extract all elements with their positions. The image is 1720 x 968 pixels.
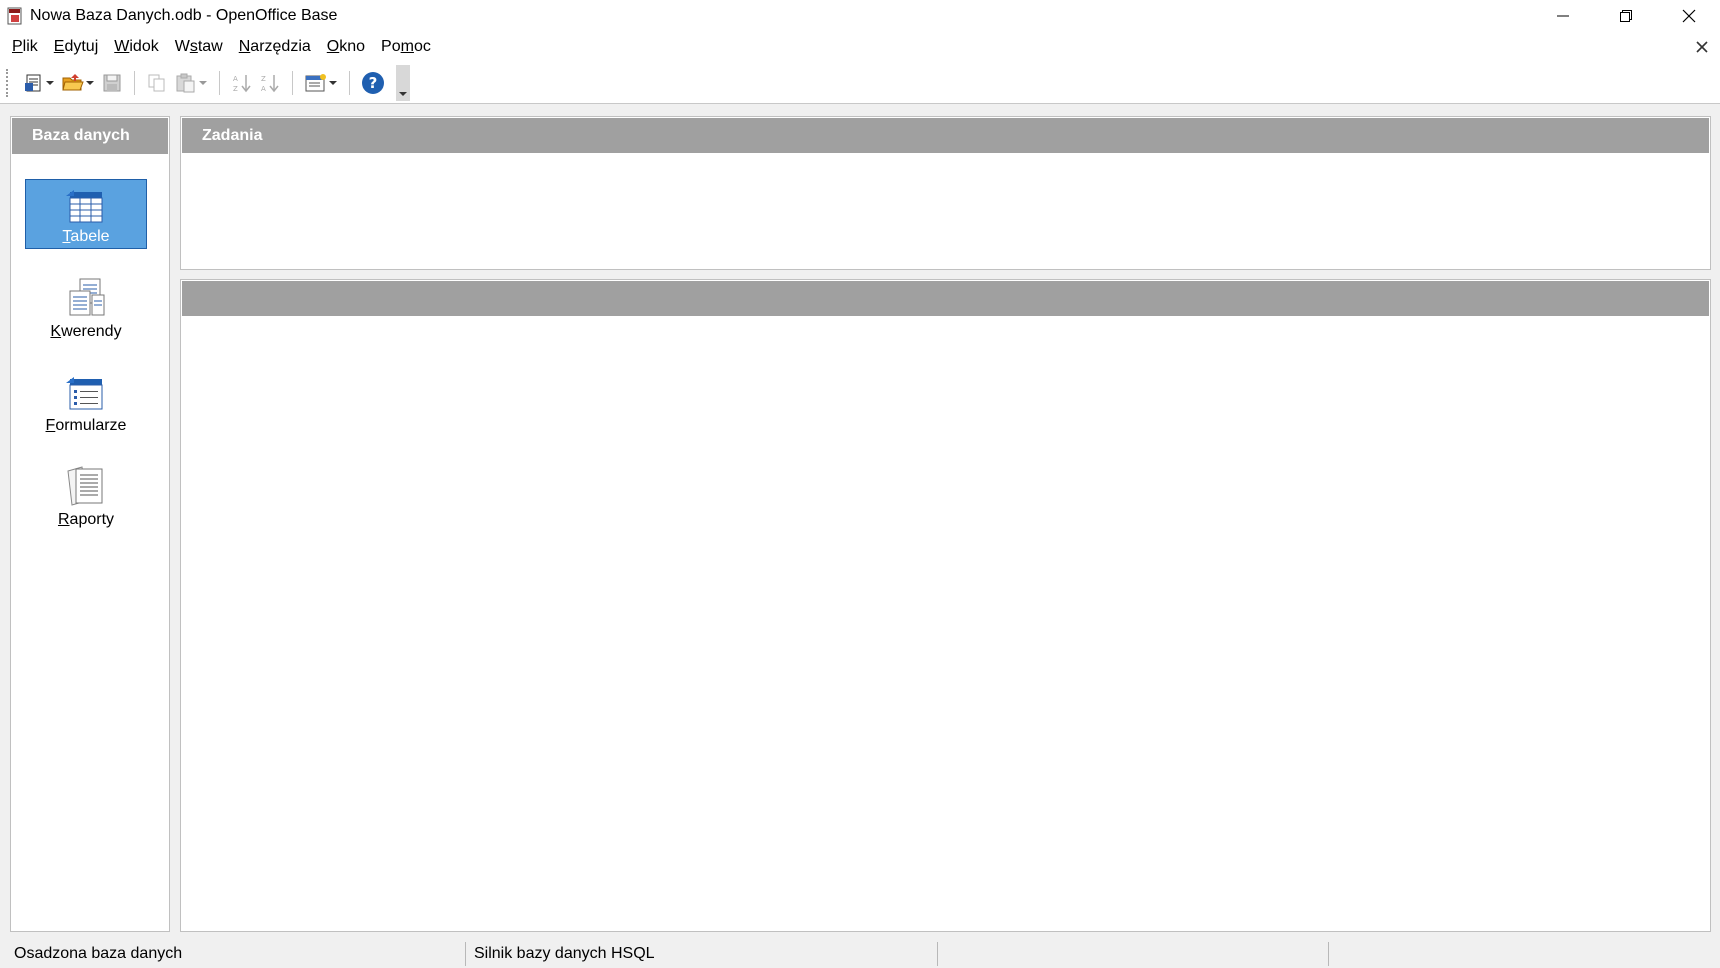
restore-button[interactable]	[1594, 0, 1657, 31]
toolbar-overflow-button[interactable]	[396, 64, 410, 101]
form-view-button[interactable]	[304, 68, 328, 98]
toolbar-separator	[292, 70, 293, 95]
paste-dropdown[interactable]	[199, 68, 207, 98]
tasks-panel-header: Zadania	[182, 118, 1709, 153]
close-document-button[interactable]	[1692, 31, 1712, 62]
window-controls	[1531, 0, 1720, 31]
save-button[interactable]	[101, 68, 123, 98]
menu-pomoc[interactable]: Pomoc	[373, 31, 439, 62]
new-document-button[interactable]	[23, 68, 45, 98]
sidebar-item-forms[interactable]: Formularze	[25, 367, 147, 437]
status-database-engine: Silnik bazy danych HSQL	[474, 945, 655, 962]
minimize-button[interactable]	[1531, 0, 1594, 31]
sort-descending-button[interactable]: Z A	[259, 68, 281, 98]
queries-icon	[69, 278, 105, 316]
svg-text:Z: Z	[261, 75, 266, 83]
svg-text:A: A	[261, 85, 266, 93]
database-panel-header: Baza danych	[12, 118, 168, 154]
openoffice-base-icon	[7, 7, 22, 24]
dropdown-arrow-icon	[86, 80, 94, 85]
dropdown-arrow-icon	[199, 80, 207, 85]
new-document-icon	[25, 74, 41, 91]
forms-icon	[66, 377, 103, 410]
open-dropdown[interactable]	[86, 68, 94, 98]
menu-okno[interactable]: Okno	[319, 31, 373, 62]
sort-descending-icon: Z A	[261, 74, 279, 93]
title-bar: Nowa Baza Danych.odb - OpenOffice Base	[0, 0, 1720, 31]
sidebar-item-queries[interactable]: Kwerendy	[25, 273, 147, 343]
status-database-type: Osadzona baza danych	[14, 945, 183, 962]
menu-edytuj[interactable]: Edytuj	[46, 31, 106, 62]
menu-narzedzia[interactable]: Narzędzia	[231, 31, 319, 62]
sort-ascending-button[interactable]: A Z	[231, 68, 253, 98]
tasks-panel: Zadania	[180, 116, 1711, 270]
svg-text:?: ?	[369, 74, 378, 92]
dropdown-arrow-icon	[329, 80, 337, 85]
tables-icon	[66, 190, 103, 223]
minimize-icon	[1556, 15, 1569, 16]
help-button[interactable]: ?	[361, 68, 385, 98]
close-icon	[1682, 9, 1695, 22]
svg-text:A: A	[233, 75, 238, 83]
open-folder-icon	[62, 73, 84, 90]
copy-icon	[148, 74, 165, 91]
toolbar-grip[interactable]	[6, 68, 10, 97]
chevron-down-icon	[399, 91, 407, 96]
help-icon: ?	[362, 71, 384, 94]
status-cell-empty	[938, 940, 1328, 968]
database-panel: Baza danych Tabele Kwerendy Formularze R…	[10, 116, 170, 932]
menu-bar: Plik Edytuj Widok Wstaw Narzędzia Okno P…	[0, 31, 1720, 62]
objects-list-header	[182, 281, 1709, 316]
objects-list-panel	[180, 279, 1711, 932]
close-icon	[1696, 40, 1708, 53]
open-button[interactable]	[61, 68, 85, 98]
window-title: Nowa Baza Danych.odb - OpenOffice Base	[30, 6, 338, 24]
restore-icon	[1619, 9, 1632, 22]
paste-icon	[176, 73, 195, 92]
sort-ascending-icon: A Z	[233, 74, 251, 93]
sidebar-item-reports[interactable]: Raporty	[25, 461, 147, 531]
save-icon	[103, 74, 121, 91]
close-window-button[interactable]	[1657, 0, 1720, 31]
toolbar-separator	[219, 70, 220, 95]
status-bar: Osadzona baza danych Silnik bazy danych …	[0, 940, 1720, 968]
toolbar-separator	[134, 70, 135, 95]
status-cell-empty	[1329, 940, 1709, 968]
dropdown-arrow-icon	[46, 80, 54, 85]
menu-widok[interactable]: Widok	[106, 31, 166, 62]
sidebar-item-tables[interactable]: Tabele	[25, 179, 147, 249]
menu-plik[interactable]: Plik	[4, 31, 46, 62]
svg-text:Z: Z	[233, 85, 238, 93]
reports-icon	[67, 466, 103, 506]
toolbar-separator	[349, 70, 350, 95]
new-document-dropdown[interactable]	[46, 68, 54, 98]
menu-wstaw[interactable]: Wstaw	[167, 31, 231, 62]
copy-button[interactable]	[146, 68, 168, 98]
paste-button[interactable]	[174, 68, 198, 98]
standard-toolbar: A Z Z A ?	[0, 62, 1720, 104]
form-view-dropdown[interactable]	[329, 68, 337, 98]
form-view-icon	[305, 73, 326, 91]
